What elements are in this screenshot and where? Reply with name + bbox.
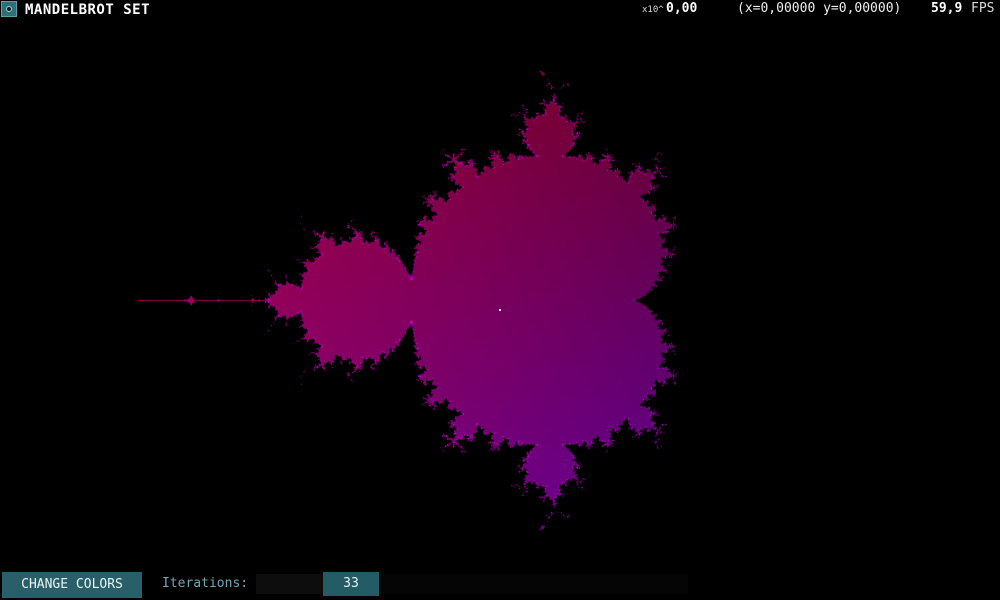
bottom-controls: CHANGE COLORS Iterations: 33 bbox=[0, 570, 690, 598]
zoom-prefix: x10^ bbox=[642, 5, 664, 15]
iterations-label: Iterations: bbox=[162, 576, 249, 591]
app-title: MANDELBROT SET bbox=[25, 2, 151, 18]
change-colors-button[interactable]: CHANGE COLORS bbox=[2, 572, 142, 598]
top-bar: MANDELBROT SET x10^ 0,00 (x=0,00000 y=0,… bbox=[0, 0, 1000, 20]
iterations-slider[interactable] bbox=[256, 574, 688, 594]
fps-label: FPS bbox=[971, 1, 995, 16]
center-crosshair bbox=[499, 309, 501, 311]
iterations-slider-thumb[interactable]: 33 bbox=[323, 572, 379, 596]
coordinates-readout: (x=0,00000 y=0,00000) bbox=[737, 1, 902, 16]
zoom-readout: 0,00 bbox=[666, 1, 698, 16]
app-icon bbox=[1, 1, 17, 17]
mandelbrot-canvas[interactable] bbox=[0, 0, 1000, 600]
fps-value: 59,9 bbox=[931, 1, 963, 16]
